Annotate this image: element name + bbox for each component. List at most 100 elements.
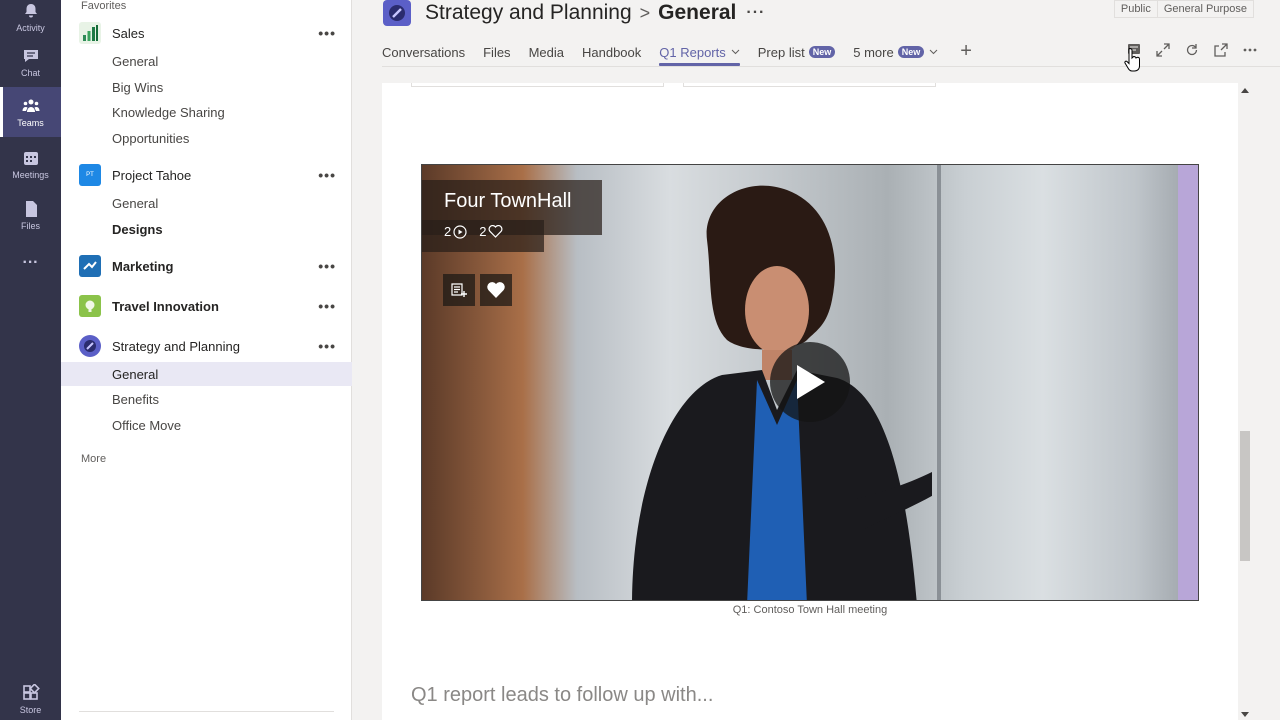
sales-tile-icon bbox=[79, 22, 101, 44]
tab-label: Conversations bbox=[382, 44, 466, 60]
tab-prep-list[interactable]: Prep list New bbox=[757, 41, 836, 63]
marketing-tile-icon bbox=[79, 255, 101, 277]
app-rail: Activity Chat Teams Meetings Files ··· S… bbox=[0, 0, 61, 720]
team-sales[interactable]: Sales ••• bbox=[61, 17, 352, 49]
channel-more-button[interactable]: ··· bbox=[746, 4, 765, 22]
video-stats: 2 2 bbox=[444, 224, 503, 239]
page-title: Strategy and Planning > General ··· bbox=[425, 1, 765, 25]
team-avatar bbox=[383, 0, 411, 26]
rail-label: Teams bbox=[17, 117, 44, 128]
scroll-thumb[interactable] bbox=[1240, 431, 1250, 561]
channel-item[interactable]: Big Wins bbox=[61, 75, 352, 99]
rail-label: Files bbox=[20, 220, 40, 231]
rail-more[interactable]: ··· bbox=[0, 238, 61, 288]
likes-value: 2 bbox=[479, 224, 487, 239]
team-more-button[interactable]: ••• bbox=[318, 258, 336, 274]
store-icon bbox=[22, 683, 40, 700]
rail-label: Activity bbox=[16, 22, 45, 33]
favorites-label: Favorites bbox=[81, 0, 127, 12]
team-name: Travel Innovation bbox=[112, 298, 219, 314]
card-stub bbox=[411, 83, 664, 87]
rail-activity[interactable]: Activity bbox=[0, 0, 61, 42]
divider bbox=[79, 711, 334, 712]
more-options-icon[interactable] bbox=[1242, 42, 1258, 58]
channel-tabs: Conversations Files Media Handbook Q1 Re… bbox=[382, 41, 972, 67]
likes-count: 2 bbox=[479, 224, 503, 239]
more-teams-link[interactable]: More bbox=[81, 453, 106, 465]
play-button[interactable] bbox=[770, 342, 850, 422]
rail-label: Chat bbox=[20, 67, 40, 78]
scroll-up-icon[interactable] bbox=[1241, 87, 1249, 93]
tab-label: 5 more bbox=[853, 44, 894, 60]
video-player[interactable]: Four TownHall 2 2 bbox=[421, 164, 1199, 601]
tab-content: Four TownHall 2 2 Q1: Contoso Town Hall … bbox=[382, 83, 1238, 720]
channel-item[interactable]: Benefits bbox=[61, 387, 352, 411]
card-stub bbox=[683, 83, 936, 87]
bell-icon bbox=[24, 3, 37, 17]
tab-label: Prep list bbox=[757, 44, 805, 60]
views-value: 2 bbox=[444, 224, 452, 239]
rail-teams[interactable]: Teams bbox=[0, 87, 61, 137]
team-name: Project Tahoe bbox=[112, 167, 192, 183]
channel-item[interactable]: Office Move bbox=[61, 413, 352, 437]
playlist-add-icon bbox=[451, 283, 467, 297]
team-name: Marketing bbox=[112, 258, 174, 274]
add-tab-button[interactable]: + bbox=[960, 41, 972, 61]
team-name: Strategy and Planning bbox=[112, 338, 240, 354]
tab-handbook[interactable]: Handbook bbox=[582, 41, 641, 63]
rail-label: Store bbox=[19, 704, 42, 715]
heart-outline-icon bbox=[489, 225, 503, 238]
video-caption: Q1: Contoso Town Hall meeting bbox=[732, 604, 888, 616]
section-heading: Q1 report leads to follow up with... bbox=[411, 684, 714, 706]
team-more-button[interactable]: ••• bbox=[318, 167, 336, 183]
like-button[interactable] bbox=[480, 274, 512, 306]
tab-media[interactable]: Media bbox=[529, 41, 564, 63]
channel-item[interactable]: General bbox=[61, 49, 352, 73]
team-more-button[interactable]: ••• bbox=[318, 338, 336, 354]
classification-badge: General Purpose bbox=[1156, 1, 1253, 17]
play-icon bbox=[797, 365, 825, 399]
chevron-down-icon bbox=[731, 49, 740, 55]
team-badges: Public General Purpose bbox=[1113, 0, 1254, 18]
rail-files[interactable]: Files bbox=[0, 190, 61, 240]
content-scrollbar[interactable] bbox=[1238, 83, 1252, 720]
channel-item-selected[interactable]: General bbox=[61, 362, 352, 386]
refresh-icon[interactable] bbox=[1184, 42, 1200, 58]
tab-q1-reports[interactable]: Q1 Reports bbox=[659, 41, 741, 66]
team-project-tahoe[interactable]: PT Project Tahoe ••• bbox=[61, 159, 352, 191]
hand-cursor-icon bbox=[1124, 48, 1140, 72]
popout-icon[interactable] bbox=[1213, 42, 1229, 58]
tab-actions bbox=[1126, 42, 1258, 58]
channel-item[interactable]: General bbox=[61, 191, 352, 215]
channel-item[interactable]: Opportunities bbox=[61, 126, 352, 150]
file-icon bbox=[25, 200, 37, 217]
channel-item[interactable]: Knowledge Sharing bbox=[61, 100, 352, 124]
team-travel-innovation[interactable]: Travel Innovation ••• bbox=[61, 290, 352, 322]
chevron-down-icon bbox=[929, 49, 938, 55]
tab-files[interactable]: Files bbox=[483, 41, 510, 63]
new-badge: New bbox=[897, 46, 925, 58]
privacy-badge: Public bbox=[1120, 3, 1151, 15]
team-strategy-and-planning[interactable]: Strategy and Planning ••• bbox=[61, 330, 352, 362]
add-to-playlist-button[interactable] bbox=[443, 274, 475, 306]
tab-more[interactable]: 5 more New bbox=[853, 41, 938, 63]
views-count: 2 bbox=[444, 224, 467, 239]
teams-icon bbox=[22, 99, 39, 112]
rail-store[interactable]: Store bbox=[0, 674, 61, 720]
calendar-icon bbox=[23, 151, 38, 165]
team-marketing[interactable]: Marketing ••• bbox=[61, 250, 352, 282]
rail-chat[interactable]: Chat bbox=[0, 37, 61, 87]
team-more-button[interactable]: ••• bbox=[318, 25, 336, 41]
expand-icon[interactable] bbox=[1155, 42, 1171, 58]
video-frame bbox=[1178, 165, 1198, 600]
tab-conversations[interactable]: Conversations bbox=[382, 41, 465, 63]
video-frame bbox=[937, 165, 941, 600]
breadcrumb-separator: > bbox=[639, 2, 651, 23]
channel-item[interactable]: Designs bbox=[61, 217, 352, 241]
rail-meetings[interactable]: Meetings bbox=[0, 139, 61, 189]
more-icon: ··· bbox=[22, 254, 39, 271]
team-list: Favorites Sales ••• General Big Wins Kno… bbox=[61, 0, 352, 720]
team-more-button[interactable]: ••• bbox=[318, 298, 336, 314]
scroll-down-icon[interactable] bbox=[1241, 712, 1249, 718]
team-title[interactable]: Strategy and Planning bbox=[425, 1, 632, 25]
